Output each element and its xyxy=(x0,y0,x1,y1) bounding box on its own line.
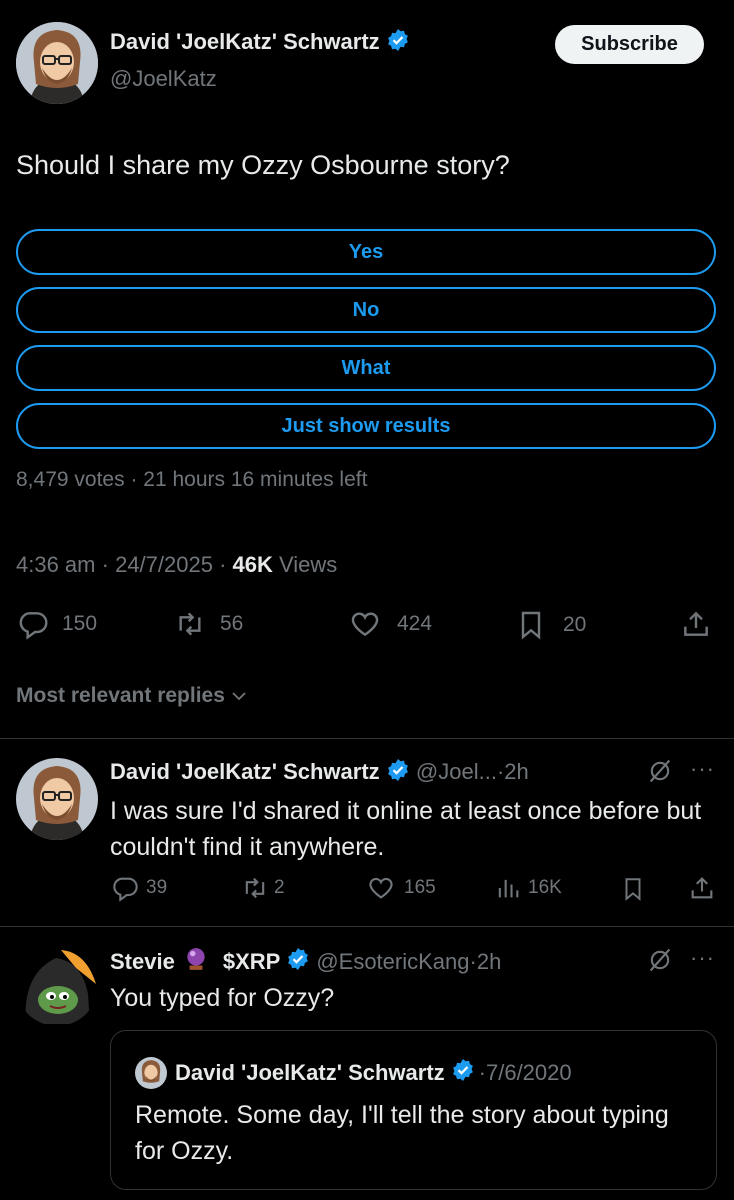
reply2-author-name-a[interactable]: Stevie xyxy=(110,949,175,975)
avatar-illustration xyxy=(16,22,98,104)
quoted-avatar xyxy=(135,1057,167,1089)
more-options-icon[interactable]: ··· xyxy=(690,756,715,782)
author-name[interactable]: David 'JoelKatz' Schwartz xyxy=(110,29,380,54)
heart-icon xyxy=(369,877,393,899)
avatar-illustration xyxy=(135,1057,167,1089)
reply2-author-name-b[interactable]: $XRP xyxy=(223,949,280,975)
tweet-text: Should I share my Ozzy Osbourne story? xyxy=(16,150,510,180)
divider xyxy=(0,738,734,739)
reply1-views-button[interactable]: 16K xyxy=(494,874,562,902)
heart-icon xyxy=(351,612,379,637)
retweet-icon xyxy=(245,877,265,899)
dot-separator: · xyxy=(478,1060,486,1085)
bookmark-icon xyxy=(625,878,641,901)
reply2-handle[interactable]: @EsotericKang xyxy=(316,949,469,975)
dot-separator: · xyxy=(130,468,138,491)
bookmark-button[interactable]: 20 xyxy=(515,608,586,642)
verified-badge-icon xyxy=(386,758,410,788)
more-options-icon[interactable]: ··· xyxy=(690,945,715,971)
bookmark-icon xyxy=(521,611,541,640)
grok-icon[interactable] xyxy=(646,946,674,979)
bookmark-count: 20 xyxy=(563,613,587,636)
reply1-handle[interactable]: @Joel... xyxy=(416,759,497,784)
reply2-age[interactable]: 2h xyxy=(477,949,501,975)
views-count: 46K xyxy=(232,552,273,577)
reply-count: 150 xyxy=(62,612,98,635)
share-icon xyxy=(691,877,713,899)
retweet-icon xyxy=(179,612,201,636)
quoted-text: Remote. Some day, I'll tell the story ab… xyxy=(135,1101,669,1165)
retweet-button[interactable]: 56 xyxy=(172,608,243,640)
tweet-date[interactable]: 24/7/2025 xyxy=(115,552,213,577)
author-handle[interactable]: @JoelKatz xyxy=(110,66,217,92)
chevron-down-icon xyxy=(232,692,246,701)
poll-option-what[interactable]: What xyxy=(16,345,716,391)
reply1-retweet-count: 2 xyxy=(274,877,285,898)
quoted-author-name: David 'JoelKatz' Schwartz xyxy=(175,1060,445,1085)
tweet-meta: 4:36 am · 24/7/2025 · 46K Views xyxy=(16,552,337,578)
dot-separator: · xyxy=(101,552,109,577)
replies-filter-label: Most relevant replies xyxy=(16,684,225,707)
tweet-time[interactable]: 4:36 am xyxy=(16,552,96,577)
grok-icon[interactable] xyxy=(646,757,674,790)
poll-option-yes[interactable]: Yes xyxy=(16,229,716,275)
replies-filter[interactable]: Most relevant replies xyxy=(16,684,251,708)
reply-avatar[interactable] xyxy=(16,758,98,840)
reply1-header: David 'JoelKatz' Schwartz @Joel...·2h xyxy=(110,758,529,788)
reply1-like-button[interactable]: 165 xyxy=(366,874,436,902)
reply2-text: You typed for Ozzy? xyxy=(110,984,335,1012)
retweet-count: 56 xyxy=(220,612,244,635)
reply1-share-button[interactable] xyxy=(688,874,716,902)
avatar-illustration xyxy=(16,944,98,1026)
reply2-avatar[interactable] xyxy=(16,944,98,1026)
views-label: Views xyxy=(279,552,338,577)
poll-option-no[interactable]: No xyxy=(16,287,716,333)
subscribe-button[interactable]: Subscribe xyxy=(555,25,704,64)
reply-icon xyxy=(113,877,138,902)
reply2-header: Stevie $XRP @EsotericKang · 2h xyxy=(110,946,501,978)
like-count: 424 xyxy=(397,612,433,635)
reply1-text: I was sure I'd shared it online at least… xyxy=(110,797,702,861)
verified-badge-icon xyxy=(451,1058,475,1088)
poll-meta: 8,479 votes · 21 hours 16 minutes left xyxy=(16,468,367,492)
quoted-date: 7/6/2020 xyxy=(485,1060,572,1085)
reply1-age[interactable]: 2h xyxy=(504,759,528,784)
like-button[interactable]: 424 xyxy=(347,608,432,640)
verified-badge-icon xyxy=(286,947,310,977)
quoted-tweet[interactable]: David 'JoelKatz' Schwartz · 7/6/2020 Rem… xyxy=(110,1030,717,1190)
crystal-ball-icon xyxy=(183,946,209,978)
reply-button[interactable]: 150 xyxy=(16,608,97,640)
reply1-reply-button[interactable]: 39 xyxy=(110,874,167,902)
poll-votes: 8,479 votes xyxy=(16,468,125,491)
reply1-bookmark-button[interactable] xyxy=(620,874,646,904)
share-button[interactable] xyxy=(680,608,712,640)
avatar-illustration xyxy=(16,758,98,840)
reply1-reply-count: 39 xyxy=(146,877,168,898)
reply1-retweet-button[interactable]: 2 xyxy=(240,874,285,902)
poll-option-show-results[interactable]: Just show results xyxy=(16,403,716,449)
quoted-header: David 'JoelKatz' Schwartz · 7/6/2020 xyxy=(175,1058,572,1088)
views-chart-icon xyxy=(498,879,519,898)
dot-separator: · xyxy=(219,552,227,577)
reply1-like-count: 165 xyxy=(404,877,436,898)
reply1-views-count: 16K xyxy=(528,877,562,898)
divider xyxy=(0,926,734,927)
author-avatar[interactable] xyxy=(16,22,98,104)
reply-icon xyxy=(19,612,48,640)
dot-separator: · xyxy=(469,949,477,974)
poll-time-left: 21 hours 16 minutes left xyxy=(143,468,368,491)
verified-badge-icon xyxy=(386,28,410,58)
share-icon xyxy=(684,611,708,636)
reply1-author-name[interactable]: David 'JoelKatz' Schwartz xyxy=(110,759,380,784)
